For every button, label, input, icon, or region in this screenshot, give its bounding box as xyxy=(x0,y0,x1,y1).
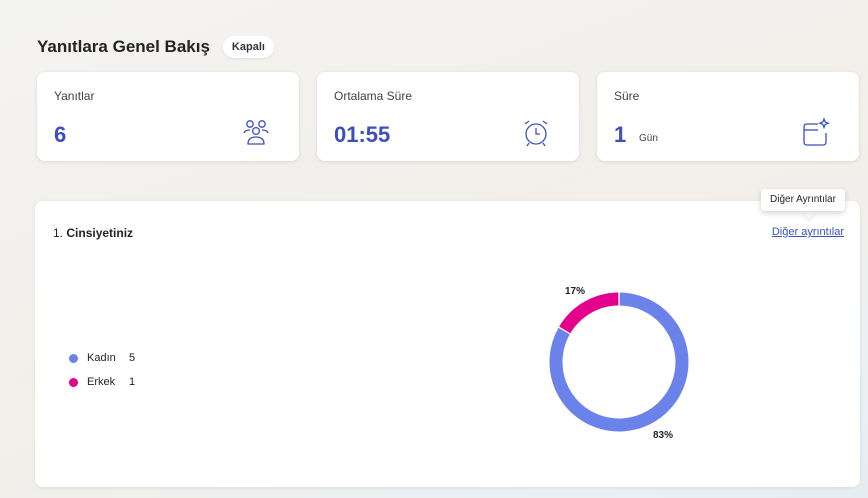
duration-unit: Gün xyxy=(639,133,658,144)
legend-label-kadin: Kadın xyxy=(87,352,116,364)
question-text: Cinsiyetiniz xyxy=(66,226,134,240)
duration-value: 1 xyxy=(614,122,627,147)
question-number: 1. xyxy=(53,226,64,240)
responses-value: 6 xyxy=(54,122,67,147)
legend-count-erkek: 1 xyxy=(129,376,136,388)
question-title: 1. Cinsiyetiniz xyxy=(53,226,133,240)
more-details-tooltip: Diğer Ayrıntılar xyxy=(761,189,845,211)
legend-label-erkek: Erkek xyxy=(87,376,116,388)
responses-card: Yanıtlar 6 xyxy=(37,72,299,161)
percent-label-erkek: 17% xyxy=(565,286,586,297)
overview-header: Yanıtlara Genel Bakış Kapalı xyxy=(37,34,274,60)
donut-slice-erkek[interactable] xyxy=(559,292,619,334)
legend-dot-erkek xyxy=(69,377,78,387)
chart-legend: Kadın 5 Erkek 1 xyxy=(69,346,135,394)
responses-label: Yanıtlar xyxy=(54,89,95,103)
legend-item-kadin: Kadın 5 xyxy=(69,346,135,370)
average-time-card: Ortalama Süre 01:55 xyxy=(317,72,579,161)
average-time-label: Ortalama Süre xyxy=(334,89,413,103)
page-title: Yanıtlara Genel Bakış xyxy=(37,37,210,56)
people-icon xyxy=(243,120,269,145)
legend-dot-kadin xyxy=(69,353,78,363)
legend-count-kadin: 5 xyxy=(129,352,136,364)
alarm-clock-icon xyxy=(524,120,548,147)
legend-item-erkek: Erkek 1 xyxy=(69,370,135,394)
percent-label-kadin: 83% xyxy=(653,430,674,441)
more-details-link[interactable]: Diğer ayrıntılar xyxy=(772,226,844,238)
duration-label: Süre xyxy=(614,89,640,103)
donut-chart xyxy=(549,292,689,432)
calendar-sparkle-icon xyxy=(803,117,830,146)
duration-card: Süre 1 Gün xyxy=(597,72,859,161)
question-panel: 1. Cinsiyetiniz Diğer ayrıntılar Kadın 5… xyxy=(35,201,860,487)
status-badge: Kapalı xyxy=(222,36,274,58)
average-time-value: 01:55 xyxy=(334,122,391,147)
